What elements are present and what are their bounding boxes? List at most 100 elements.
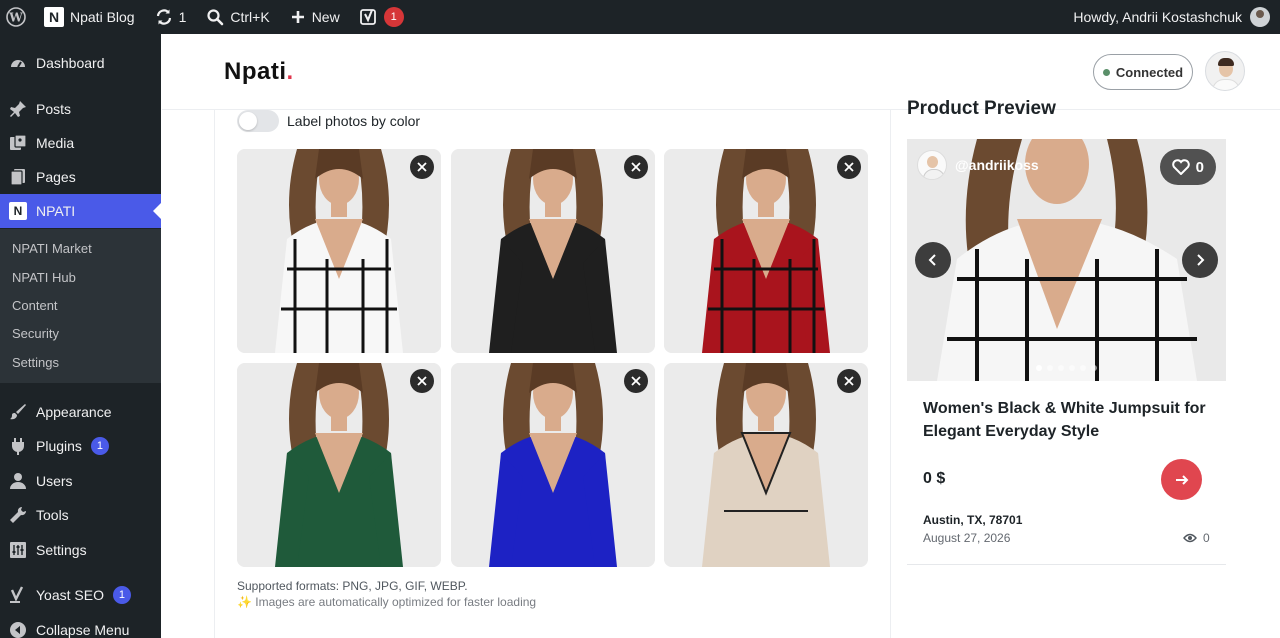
new-label: New — [311, 9, 340, 25]
app-header: Npati. Connected — [162, 34, 1280, 110]
remove-photo-button[interactable] — [624, 369, 648, 393]
carousel-prev-button[interactable] — [915, 242, 951, 278]
carousel-dot[interactable] — [1047, 365, 1053, 371]
pushpin-icon — [9, 100, 27, 118]
close-icon — [631, 162, 641, 172]
remove-photo-button[interactable] — [624, 155, 648, 179]
admin-sidebar: Dashboard Posts Media Pages N NPATI NPAT… — [0, 34, 161, 638]
yoast-seo-badge: 1 — [112, 586, 131, 604]
upload-notes: Supported formats: PNG, JPG, GIF, WEBP. … — [237, 578, 536, 610]
search-icon — [207, 9, 224, 26]
submenu-item-content[interactable]: Content — [12, 298, 58, 313]
submenu-item-npati-hub[interactable]: NPATI Hub — [12, 270, 76, 285]
product-author[interactable]: @andriikoss — [917, 150, 1039, 180]
product-views: 0 — [1183, 531, 1210, 545]
sidebar-item-dashboard[interactable]: Dashboard — [0, 46, 161, 80]
open-product-button[interactable] — [1161, 459, 1202, 500]
user-avatar[interactable] — [1205, 51, 1245, 91]
sidebar-item-settings[interactable]: Settings — [0, 533, 161, 567]
new-content-link[interactable]: New — [280, 0, 350, 34]
remove-photo-button[interactable] — [410, 155, 434, 179]
updates-link[interactable]: 1 — [145, 0, 197, 34]
carousel-dot[interactable] — [1069, 365, 1075, 371]
like-button[interactable]: 0 — [1159, 149, 1216, 185]
sidebar-item-posts[interactable]: Posts — [0, 92, 161, 126]
submenu-item-security[interactable]: Security — [12, 326, 59, 341]
remove-photo-button[interactable] — [837, 155, 861, 179]
media-icon — [9, 134, 27, 152]
wrench-icon — [9, 506, 27, 524]
product-location: Austin, TX, 78701 — [923, 513, 1023, 527]
carousel-dot[interactable] — [1080, 365, 1086, 371]
submenu-item-npati-market[interactable]: NPATI Market — [12, 241, 92, 256]
preview-title: Product Preview — [907, 98, 1056, 119]
sidebar-item-pages[interactable]: Pages — [0, 160, 161, 194]
close-icon — [844, 162, 854, 172]
admin-avatar — [1250, 7, 1270, 27]
model-photo-image — [237, 363, 441, 567]
site-icon: N — [44, 7, 64, 27]
close-icon — [417, 162, 427, 172]
eye-icon — [1183, 533, 1197, 543]
product-date: August 27, 2026 — [923, 531, 1011, 545]
plugins-update-badge: 1 — [90, 437, 109, 455]
yoast-icon — [359, 9, 376, 25]
users-icon — [9, 472, 27, 490]
sidebar-item-users[interactable]: Users — [0, 464, 161, 498]
settings-sliders-icon — [9, 541, 27, 559]
product-photo-red[interactable] — [664, 149, 868, 353]
label-by-color-toggle[interactable] — [237, 110, 279, 132]
author-username: @andriikoss — [955, 157, 1039, 173]
remove-photo-button[interactable] — [410, 369, 434, 393]
product-photo-beige[interactable] — [664, 363, 868, 567]
close-icon — [631, 376, 641, 386]
paintbrush-icon — [9, 403, 27, 421]
carousel-dot[interactable] — [1036, 365, 1042, 371]
photo-editor-panel: Label photos by color Supported formats:… — [214, 110, 891, 638]
yoast-icon — [9, 586, 27, 604]
product-photo-blue[interactable] — [451, 363, 655, 567]
product-photo-white[interactable] — [237, 149, 441, 353]
wordpress-logo-icon[interactable]: W — [0, 0, 34, 34]
connection-status-button[interactable]: Connected — [1093, 54, 1193, 90]
npati-icon: N — [9, 202, 27, 220]
product-image-carousel[interactable]: @andriikoss 0 — [907, 139, 1226, 381]
updates-count: 1 — [178, 9, 187, 25]
product-preview-panel: Product Preview @andriikoss 0 Women's Bl… — [891, 98, 1280, 638]
yoast-notification-badge: 1 — [383, 7, 404, 27]
like-count: 0 — [1195, 158, 1204, 176]
sidebar-item-tools[interactable]: Tools — [0, 498, 161, 532]
product-title: Women's Black & White Jumpsuit for Elega… — [923, 400, 1206, 440]
search-shortcut: Ctrl+K — [230, 9, 270, 25]
chevron-left-icon — [928, 254, 936, 266]
product-price: 0 $ — [923, 470, 946, 487]
sidebar-item-npati[interactable]: N NPATI — [0, 194, 161, 228]
collapse-menu-button[interactable]: Collapse Menu — [0, 613, 161, 638]
author-avatar — [917, 150, 947, 180]
plug-icon — [9, 437, 27, 455]
site-name-link[interactable]: N Npati Blog — [34, 0, 145, 34]
carousel-dot[interactable] — [1091, 365, 1097, 371]
product-photo-green[interactable] — [237, 363, 441, 567]
status-dot-icon — [1102, 68, 1110, 76]
sidebar-item-appearance[interactable]: Appearance — [0, 395, 161, 429]
arrow-right-icon — [1175, 474, 1188, 485]
close-icon — [417, 376, 427, 386]
submenu-item-settings[interactable]: Settings — [12, 355, 59, 370]
carousel-dot[interactable] — [1058, 365, 1064, 371]
pages-icon — [9, 168, 27, 186]
model-photo-image — [451, 363, 655, 567]
npati-logo[interactable]: Npati. — [224, 58, 294, 86]
sidebar-item-yoast-seo[interactable]: Yoast SEO 1 — [0, 578, 161, 612]
search-link[interactable]: Ctrl+K — [196, 0, 279, 34]
model-photo-image — [664, 149, 868, 353]
remove-photo-button[interactable] — [837, 369, 861, 393]
sidebar-item-plugins[interactable]: Plugins 1 — [0, 429, 161, 463]
yoast-admin-link[interactable]: 1 — [350, 0, 414, 34]
product-photo-black[interactable] — [451, 149, 655, 353]
carousel-next-button[interactable] — [1182, 242, 1218, 278]
sidebar-item-media[interactable]: Media — [0, 126, 161, 160]
my-account-link[interactable]: Howdy, Andrii Kostashchuk — [1073, 7, 1280, 27]
product-card: @andriikoss 0 Women's Black & White Jump… — [907, 139, 1226, 565]
dashboard-icon — [9, 54, 27, 72]
